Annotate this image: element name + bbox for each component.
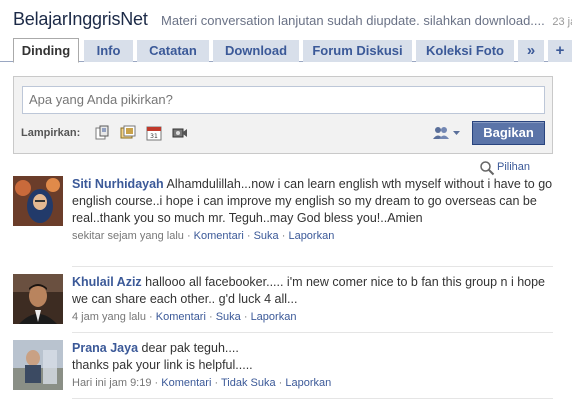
author-link[interactable]: Prana Jaya	[72, 341, 138, 355]
status-text: Materi conversation lanjutan sudah diupd…	[161, 13, 545, 28]
author-link[interactable]: Siti Nurhidayah	[72, 177, 164, 191]
comment-link[interactable]: Komentari	[156, 311, 206, 323]
comment-link[interactable]: Komentari	[194, 230, 244, 242]
post-body: Prana Jaya dear pak teguh.... thanks pak…	[72, 340, 553, 389]
comment-link[interactable]: Komentari	[161, 377, 211, 389]
report-link[interactable]: Laporkan	[285, 377, 331, 389]
video-icon[interactable]	[172, 125, 188, 141]
attach-label: Lampirkan:	[21, 127, 81, 139]
post-message: Prana Jaya dear pak teguh.... thanks pak…	[72, 340, 553, 374]
magnifier-icon[interactable]	[479, 160, 495, 176]
post-body: Siti Nurhidayah Alhamdulillah...now i ca…	[72, 176, 553, 242]
tab-catatan[interactable]: Catatan	[137, 40, 209, 62]
post-meta: sekitar sejam yang lalu · Komentari · Su…	[72, 230, 335, 242]
share-button[interactable]: Bagikan	[472, 121, 545, 145]
filter-options[interactable]: Pilihan	[480, 161, 530, 176]
filter-label[interactable]: Pilihan	[497, 161, 530, 173]
post-divider	[72, 332, 553, 333]
page-header: BelajarInggrisNet Materi conversation la…	[0, 0, 572, 38]
post-time[interactable]: 4 jam yang lalu	[72, 311, 146, 323]
tab-info[interactable]: Info	[84, 40, 133, 62]
post-message: Khulail Aziz hallooo all facebooker.....…	[72, 274, 553, 308]
post-meta: Hari ini jam 9:19 · Komentari · Tidak Su…	[72, 377, 332, 389]
post-message: Siti Nurhidayah Alhamdulillah...now i ca…	[72, 176, 553, 227]
like-link[interactable]: Suka	[254, 230, 279, 242]
event-icon[interactable]: 31	[146, 125, 162, 141]
photo-icon[interactable]	[120, 125, 136, 141]
add-tab-icon[interactable]: +	[548, 40, 572, 62]
svg-text:31: 31	[150, 133, 158, 140]
publisher-box: Apa yang Anda pikirkan? Lampirkan: 31 Ba…	[13, 76, 553, 154]
latest-status: Materi conversation lanjutan sudah diupd…	[161, 13, 572, 28]
author-link[interactable]: Khulail Aziz	[72, 275, 142, 289]
status-time: 23 jan	[552, 16, 572, 28]
privacy-selector[interactable]	[432, 124, 462, 142]
unlike-link[interactable]: Tidak Suka	[221, 377, 276, 389]
report-link[interactable]: Laporkan	[251, 311, 297, 323]
avatar[interactable]	[13, 274, 63, 324]
post-body: Khulail Aziz hallooo all facebooker.....…	[72, 274, 553, 323]
post-text-line1: dear pak teguh....	[141, 341, 239, 355]
link-icon[interactable]	[94, 125, 110, 141]
tab-forum-diskusi[interactable]: Forum Diskusi	[303, 40, 412, 62]
page-title[interactable]: BelajarInggrisNet	[13, 9, 148, 30]
like-link[interactable]: Suka	[216, 311, 241, 323]
post-divider	[72, 266, 553, 267]
avatar[interactable]	[13, 176, 63, 226]
report-link[interactable]: Laporkan	[288, 230, 334, 242]
avatar[interactable]	[13, 340, 63, 390]
post-text-line2: thanks pak your link is helpful.....	[72, 358, 253, 372]
post-time[interactable]: sekitar sejam yang lalu	[72, 230, 184, 242]
more-tabs-icon[interactable]: »	[518, 40, 544, 62]
post-time[interactable]: Hari ini jam 9:19	[72, 377, 151, 389]
tab-bar: Dinding Info Catatan Download Forum Disk…	[0, 38, 572, 63]
tab-dinding[interactable]: Dinding	[13, 38, 79, 63]
post-meta: 4 jam yang lalu · Komentari · Suka · Lap…	[72, 311, 297, 323]
status-input[interactable]: Apa yang Anda pikirkan?	[22, 86, 545, 114]
tab-download[interactable]: Download	[213, 40, 299, 62]
post-divider	[72, 398, 553, 399]
tab-koleksi-foto[interactable]: Koleksi Foto	[416, 40, 514, 62]
post-text: hallooo all facebooker..... i'm new come…	[72, 275, 546, 306]
